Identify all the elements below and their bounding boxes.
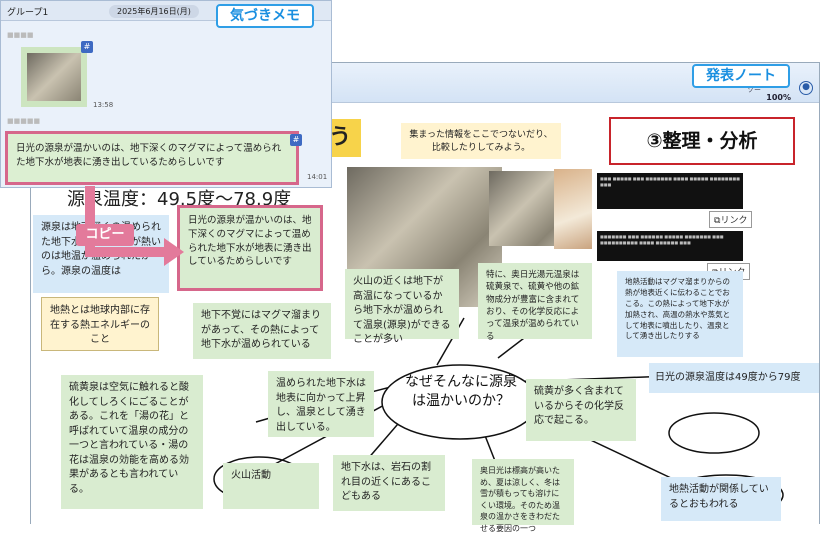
zoom-level: 100% [766, 93, 791, 102]
group-name: グループ1 [7, 8, 49, 18]
note-sulfur2[interactable]: 硫黄が多く含まれているからその化学反応で起こる。 [526, 379, 636, 441]
note-geo-related[interactable]: 地熱活動が関係しているとおもわれる [661, 477, 781, 521]
sender-name-1: ■■■■ [7, 31, 34, 39]
screenshot-2[interactable]: ■■■■■■■ ■■■ ■■■■■■ ■■■■■ ■■■■■■■ ■■■ ■■■… [597, 231, 743, 261]
chat-image-message[interactable] [21, 47, 87, 107]
callout-copy: コピー [76, 224, 134, 246]
note-volcanic[interactable]: 火山活動 [223, 463, 319, 509]
note-winter[interactable]: 奥日光は標高が高いため、夏は涼しく、冬は雪が積もっても溶けにくい環境。そのため温… [472, 459, 574, 533]
note-crack[interactable]: 地下水は、岩石の割れ目の近くにあるこどもある [333, 455, 445, 511]
center-question[interactable]: なぜそんなに源泉は温かいのか？ [401, 373, 521, 411]
note-geo-blue[interactable]: 地熱活動はマグマ溜まりからの熱が地表近くに伝わることでおこる。この熱によって地下… [617, 271, 743, 357]
chat-image[interactable] [27, 53, 81, 101]
note-volcano[interactable]: 火山の近くは地下が高温になっているから地下水が温められて温泉(源泉)ができること… [345, 269, 459, 345]
chat-text-message[interactable]: 日光の源泉が温かいのは、地下深くのマグマによって温められた地下水が地表に湧き出し… [5, 131, 299, 185]
chat-time-1: 13:58 [93, 101, 114, 109]
note-fault[interactable]: 地下不覚にはマグマ溜まりがあって、その熱によって地下水が温められている [193, 303, 331, 359]
note-nikko-temp[interactable]: 日光の源泉温度は49度から79度 [649, 363, 819, 393]
note-okunikko[interactable]: 特に、奥日光湯元温泉は硫黄泉で、硫黄や他の鉱物成分が豊富に含まれており、その化学… [478, 263, 592, 342]
screenshot-1[interactable]: ■■■ ■■■■■ ■■■ ■■■■■■■ ■■■■ ■■■■■ ■■■■■■■… [597, 173, 743, 209]
sender-name-2: ■■■■■ [7, 117, 41, 125]
hint-note[interactable]: 集まった情報をここでつないだり、比較したりしてみよう。 [401, 123, 561, 159]
chat-panel: グループ1 2025年6月16日(月) ■■■■ # 13:58 ■■■■■ 日… [0, 0, 332, 188]
user-icon[interactable]: ● [799, 81, 813, 95]
callout-presentation: 発表ノート [692, 64, 790, 88]
note-warmed[interactable]: 温められた地下水は地表に向かって上昇し、温泉として湧き出している。 [268, 371, 374, 437]
callout-memo: 気づきメモ [216, 4, 314, 28]
note-volcanic-text: 火山活動 [231, 470, 271, 481]
chat-time-2: 14:01 [307, 173, 328, 181]
tag-icon[interactable]: # [290, 134, 302, 146]
tag-icon[interactable]: # [81, 41, 93, 53]
photo-book-3[interactable] [554, 169, 592, 249]
copied-note[interactable]: 日光の源泉が温かいのは、地下深くのマグマによって温められた地下水が地表に湧き出し… [177, 205, 323, 291]
note-sulfur[interactable]: 硫黄泉は空気に触れると酸化してしろくにごることがある。これを「湯の花」と呼ばれて… [61, 375, 203, 509]
stage-label: ③整理・分析 [609, 117, 795, 165]
link-button-1[interactable]: ⧉リンク [709, 211, 753, 228]
chat-date: 2025年6月16日(月) [109, 5, 199, 18]
note-chinetsu[interactable]: 地熱とは地球内部に存在する熱エネルギーのこと [41, 297, 159, 351]
